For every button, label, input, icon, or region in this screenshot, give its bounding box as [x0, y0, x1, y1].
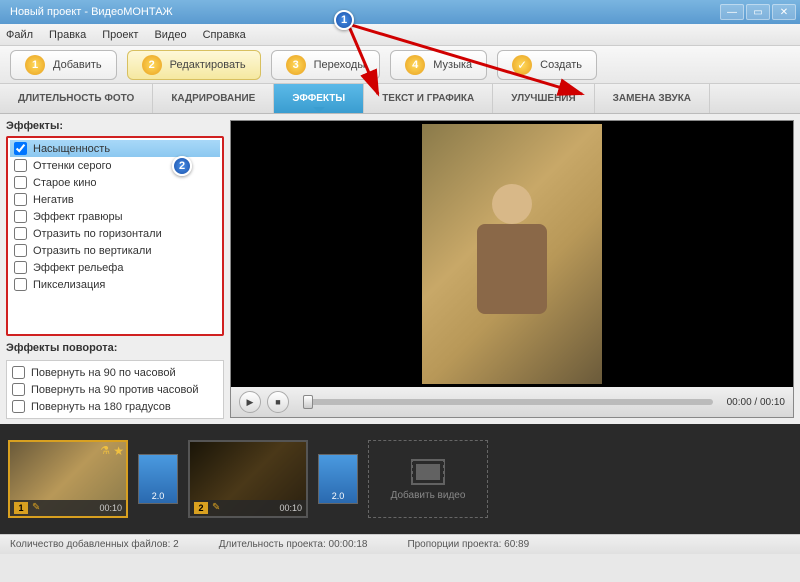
- effect-relief[interactable]: Эффект рельефа: [10, 259, 220, 276]
- minimize-button[interactable]: —: [720, 4, 744, 20]
- effect-negative[interactable]: Негатив: [10, 191, 220, 208]
- rotate-90cw[interactable]: Повернуть на 90 по часовой: [10, 364, 220, 381]
- effect-flipv[interactable]: Отразить по вертикали: [10, 242, 220, 259]
- effect-oldfilm[interactable]: Старое кино: [10, 174, 220, 191]
- edit-icon[interactable]: ✎: [212, 502, 224, 514]
- window-title: Новый проект - ВидеоМОНТАЖ: [4, 6, 718, 18]
- film-icon: [410, 458, 446, 486]
- step-edit[interactable]: 2Редактировать: [127, 50, 261, 80]
- effects-list[interactable]: Насыщенность Оттенки серого Старое кино …: [6, 136, 224, 336]
- subtab-text[interactable]: ТЕКСТ И ГРАФИКА: [364, 84, 493, 113]
- status-aspect: Пропорции проекта: 60:89: [407, 539, 529, 550]
- transition-2[interactable]: 2.0: [318, 454, 358, 504]
- subtab-crop[interactable]: КАДРИРОВАНИЕ: [153, 84, 274, 113]
- effect-checkbox[interactable]: [14, 142, 27, 155]
- step-create[interactable]: ✓Создать: [497, 50, 597, 80]
- step-transitions[interactable]: 3Переходы: [271, 50, 381, 80]
- rotate-180[interactable]: Повернуть на 180 градусов: [10, 398, 220, 415]
- step-add[interactable]: 1Добавить: [10, 50, 117, 80]
- close-button[interactable]: ✕: [772, 4, 796, 20]
- menu-project[interactable]: Проект: [102, 29, 138, 41]
- maximize-button[interactable]: ▭: [746, 4, 770, 20]
- preview-panel: ▶ ■ 00:00 / 00:10: [230, 120, 794, 418]
- effect-fliph[interactable]: Отразить по горизонтали: [10, 225, 220, 242]
- star-icon: ★: [113, 444, 124, 458]
- edit-icon[interactable]: ✎: [32, 502, 44, 514]
- subtab-duration[interactable]: ДЛИТЕЛЬНОСТЬ ФОТО: [0, 84, 153, 113]
- subtab-audio[interactable]: ЗАМЕНА ЗВУКА: [595, 84, 710, 113]
- clip-2[interactable]: 2 ✎ 00:10: [188, 440, 308, 518]
- menu-help[interactable]: Справка: [203, 29, 246, 41]
- rotate-list: Повернуть на 90 по часовой Повернуть на …: [6, 360, 224, 419]
- step-tabs: 1Добавить 2Редактировать 3Переходы 4Музы…: [0, 46, 800, 84]
- rotate-title: Эффекты поворота:: [6, 342, 224, 354]
- effect-pixelate[interactable]: Пикселизация: [10, 276, 220, 293]
- seek-slider[interactable]: [303, 399, 713, 405]
- step-music[interactable]: 4Музыка: [390, 50, 487, 80]
- stop-button[interactable]: ■: [267, 391, 289, 413]
- effect-engraving[interactable]: Эффект гравюры: [10, 208, 220, 225]
- status-duration: Длительность проекта: 00:00:18: [219, 539, 368, 550]
- timecode: 00:00 / 00:10: [727, 397, 785, 408]
- effects-sidebar: Эффекты: Насыщенность Оттенки серого Ста…: [0, 114, 230, 424]
- subtab-effects[interactable]: ЭФФЕКТЫ: [274, 84, 364, 113]
- menu-edit[interactable]: Правка: [49, 29, 86, 41]
- sub-tabs: ДЛИТЕЛЬНОСТЬ ФОТО КАДРИРОВАНИЕ ЭФФЕКТЫ Т…: [0, 84, 800, 114]
- player-controls: ▶ ■ 00:00 / 00:10: [231, 387, 793, 417]
- effect-icon: ⚗: [100, 444, 110, 457]
- menubar: Файл Правка Проект Видео Справка: [0, 24, 800, 46]
- timeline[interactable]: ⚗ ★ 1 ✎ 00:10 2.0 2 ✎ 00:10 2.0 Добавить…: [0, 424, 800, 534]
- preview-video[interactable]: [231, 121, 793, 387]
- effect-grayscale[interactable]: Оттенки серого: [10, 157, 220, 174]
- rotate-90ccw[interactable]: Повернуть на 90 против часовой: [10, 381, 220, 398]
- preview-frame: [422, 124, 602, 384]
- add-video-button[interactable]: Добавить видео: [368, 440, 488, 518]
- clip-1[interactable]: ⚗ ★ 1 ✎ 00:10: [8, 440, 128, 518]
- effects-title: Эффекты:: [6, 120, 224, 132]
- menu-video[interactable]: Видео: [154, 29, 186, 41]
- transition-1[interactable]: 2.0: [138, 454, 178, 504]
- status-files: Количество добавленных файлов: 2: [10, 539, 179, 550]
- seek-thumb[interactable]: [303, 395, 313, 409]
- statusbar: Количество добавленных файлов: 2 Длитель…: [0, 534, 800, 554]
- menu-file[interactable]: Файл: [6, 29, 33, 41]
- effect-saturation[interactable]: Насыщенность: [10, 140, 220, 157]
- subtab-improve[interactable]: УЛУЧШЕНИЯ: [493, 84, 594, 113]
- titlebar: Новый проект - ВидеоМОНТАЖ — ▭ ✕: [0, 0, 800, 24]
- play-button[interactable]: ▶: [239, 391, 261, 413]
